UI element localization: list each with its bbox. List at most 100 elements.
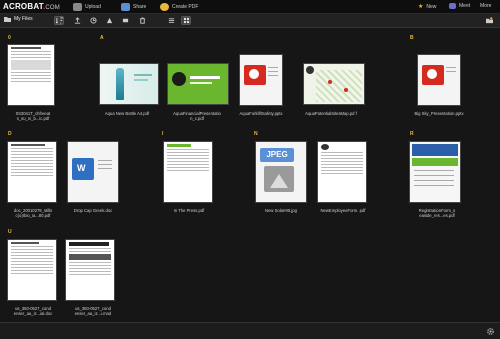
form-line [414, 175, 454, 176]
form-line [414, 170, 454, 171]
new-label: New [426, 3, 437, 10]
share-label: Share [133, 4, 147, 10]
doc-line [446, 71, 456, 72]
new-button[interactable]: ★ New [418, 3, 437, 11]
ad-text-line [134, 79, 148, 81]
delete-button[interactable] [137, 16, 147, 25]
file-tile[interactable]: AquaPotentialSitesMap.pd f [300, 42, 364, 132]
more-label: More [480, 3, 492, 9]
meet-button[interactable]: Meet [449, 3, 470, 9]
slide-text-line [190, 82, 212, 84]
image-mountain [270, 174, 288, 188]
top-bar: ACROBAT.COM Upload Share Create PDF ★ Ne… [0, 0, 500, 14]
doc-line [268, 71, 278, 72]
share-button[interactable]: Share [121, 3, 146, 11]
grid-view-button[interactable] [181, 16, 191, 25]
file-thumbnail [8, 240, 56, 300]
footer-bar [0, 322, 500, 339]
file-tile[interactable]: Aqua New Bottle A4.pdf [96, 42, 158, 132]
file-tile[interactable]: doc_20010279_stills c(o)rbio_ia...80.pdf [2, 139, 64, 229]
acrobat-logo[interactable]: ACROBAT.COM [3, 2, 60, 11]
upload-label: Upload [85, 4, 101, 10]
create-pdf-button[interactable]: Create PDF [160, 3, 198, 11]
file-tile[interactable]: RegistrationForm_s easide_res...es.pdf [406, 139, 468, 229]
new-folder-button[interactable] [484, 16, 494, 25]
file-caption: New SolarHB.jpg [265, 208, 297, 213]
file-tile[interactable]: NewEmployeeForm. pdf [312, 139, 374, 229]
file-tile[interactable]: JPEG New SolarHB.jpg [250, 139, 312, 229]
word-icon-mark: W [77, 163, 86, 173]
aqua-logo-circle [172, 72, 186, 86]
file-tile[interactable]: 0S3041T_chfreeat s_su_ni_b...ic.pdf [2, 42, 64, 132]
file-caption: In The Press.pdf [173, 208, 205, 213]
share-icon [121, 3, 130, 11]
jpeg-badge: JPEG [260, 148, 294, 162]
file-toolbar: My Files [0, 14, 500, 28]
index-letter: B [410, 35, 414, 41]
file-tile[interactable]: W Drop Cap Greek.doc [62, 139, 124, 229]
powerpoint-icon-mark [427, 69, 437, 79]
slide-title-line [190, 76, 220, 79]
file-caption: Drop Cap Greek.doc [73, 208, 113, 213]
file-tile[interactable]: us_350-0527_cond enser_aa_iz...i.mod [62, 237, 124, 327]
file-tile[interactable]: In The Press.pdf [158, 139, 220, 229]
ad-text-line [134, 74, 152, 76]
doc-line [446, 67, 456, 68]
logo-text: ACROBAT [3, 2, 43, 11]
trash-icon [139, 17, 145, 24]
new-icon: ★ [418, 4, 424, 10]
file-thumbnail [318, 142, 366, 202]
file-thumbnail [8, 142, 56, 202]
form-line [414, 180, 454, 181]
meet-label: Meet [459, 3, 471, 9]
file-caption: doc_20010279_stills c(o)rbio_ia...80.pdf [13, 208, 53, 218]
logo-domain: COM [45, 5, 60, 11]
upload-icon [73, 3, 82, 11]
doc-line [98, 164, 112, 165]
map-image [316, 70, 362, 102]
file-caption: us_350-0527_cond enser_aa_iz...ial.doc [13, 306, 53, 316]
more-button[interactable]: More [480, 3, 491, 9]
file-grid: 0 A B D I N R U 0S3041T_chfreeat s_su_ni… [0, 29, 500, 322]
my-files-button[interactable]: My Files [4, 16, 33, 22]
file-caption: AquaPotentialSitesMap.pd f [305, 111, 357, 116]
recent-button[interactable] [88, 16, 98, 25]
file-caption: us_350-0527_cond enser_aa_iz...i.mod [74, 306, 112, 316]
settings-gear-icon[interactable] [486, 327, 495, 336]
file-thumbnail [8, 45, 54, 105]
upload-file-button[interactable] [72, 16, 82, 25]
index-letter: U [8, 229, 12, 235]
sort-button[interactable] [54, 16, 64, 25]
file-thumbnail: JPEG [256, 142, 306, 202]
file-thumbnail [168, 64, 228, 104]
file-tile[interactable]: AquaForkliftSafety.pptx [230, 42, 292, 132]
file-thumbnail [164, 142, 212, 202]
meet-icon [449, 3, 456, 9]
file-caption: Big Sky_Presentation.pptx [414, 111, 464, 116]
folder-icon [4, 17, 11, 22]
doc-line [268, 75, 278, 76]
file-tile[interactable]: Big Sky_Presentation.pptx [408, 42, 470, 132]
file-caption: Aqua New Bottle A4.pdf [104, 111, 150, 116]
upload-icon [74, 17, 80, 24]
sort-icon [55, 17, 63, 24]
file-caption: NewEmployeeForm. pdf [320, 208, 366, 213]
list-view-button[interactable] [166, 16, 176, 25]
send-button[interactable] [120, 16, 130, 25]
share-file-button[interactable] [104, 16, 114, 25]
new-folder-icon [485, 17, 493, 24]
bottle-image [116, 68, 124, 100]
doc-line [268, 67, 278, 68]
create-pdf-icon [160, 3, 169, 11]
file-caption: RegistrationForm_s easide_res...es.pdf [418, 208, 456, 218]
file-tile[interactable]: AquaFinancialPresentatio n_c.pdf [166, 42, 228, 132]
file-tile[interactable]: us_350-0527_cond enser_aa_iz...ial.doc [2, 237, 64, 327]
share-icon [106, 17, 112, 24]
map-pin [344, 88, 348, 92]
list-view-icon [168, 18, 174, 23]
file-thumbnail [304, 64, 364, 104]
clock-icon [89, 17, 97, 24]
file-thumbnail [100, 64, 158, 104]
map-pin [328, 80, 332, 84]
upload-button[interactable]: Upload [73, 3, 101, 11]
